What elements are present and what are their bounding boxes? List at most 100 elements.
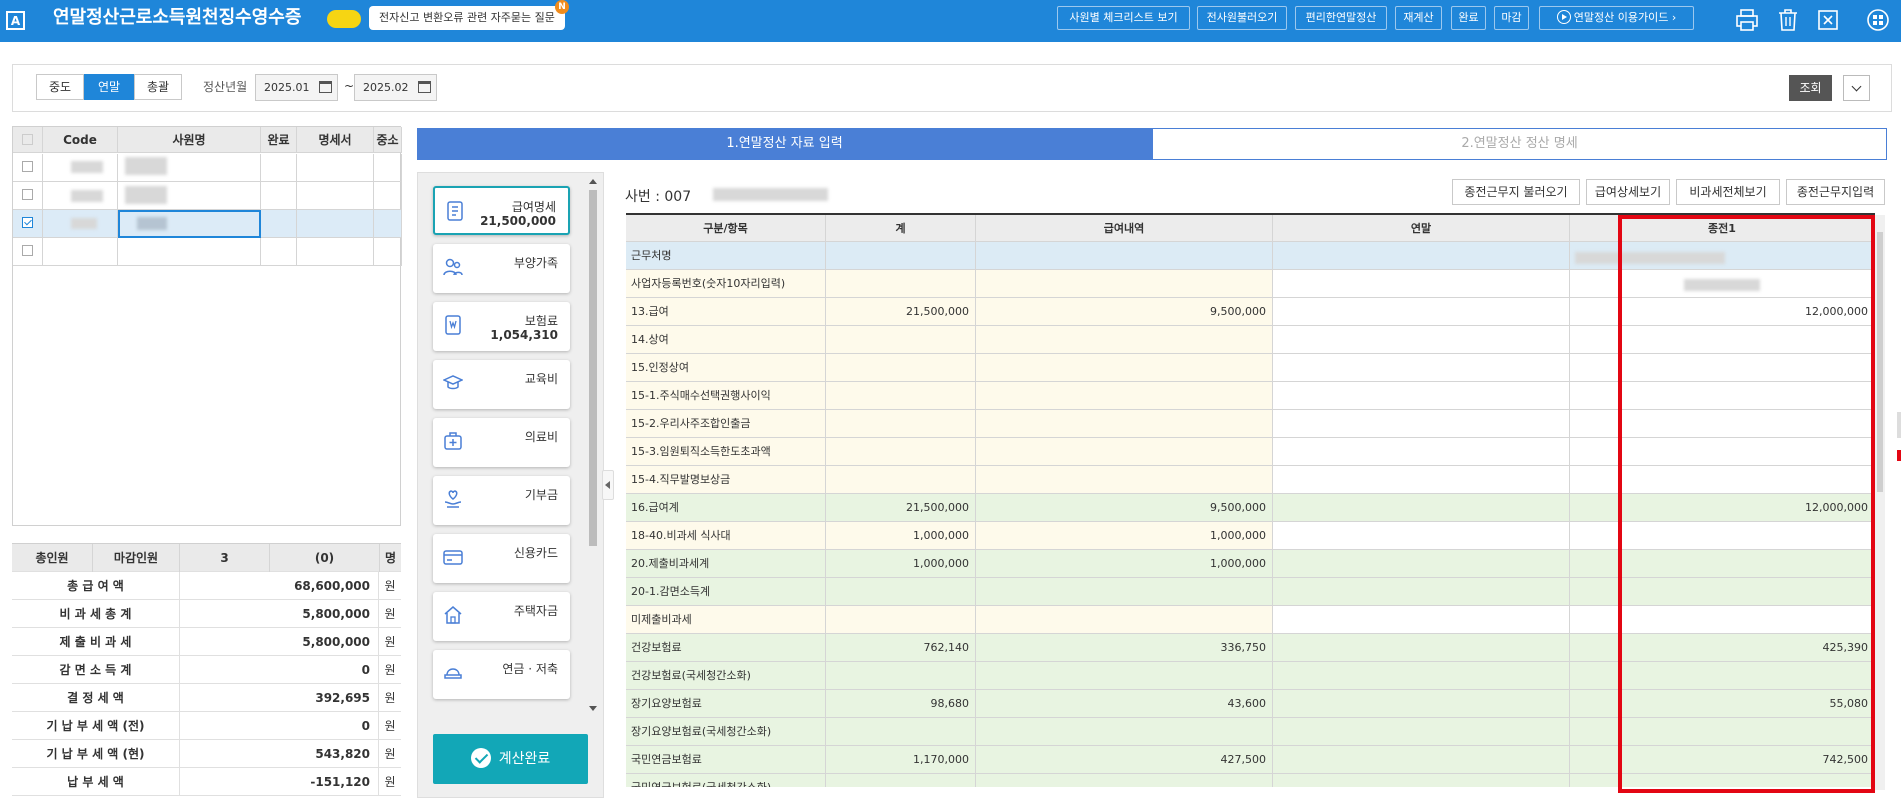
row-payroll[interactable] xyxy=(976,718,1273,746)
col-sme[interactable]: 중소 xyxy=(374,127,402,153)
calculate-complete-button[interactable]: 계산완료 xyxy=(433,734,588,784)
table-row-sme[interactable] xyxy=(374,238,402,266)
row-year-end[interactable] xyxy=(1273,550,1570,578)
row-year-end[interactable] xyxy=(1273,522,1570,550)
row-payroll[interactable] xyxy=(976,410,1273,438)
guide-button[interactable]: 연말정산 이용가이드 › xyxy=(1539,6,1694,30)
mode-interim-tab[interactable]: 중도 xyxy=(36,74,84,100)
row-checkbox[interactable] xyxy=(13,154,43,182)
row-payroll[interactable]: 9,500,000 xyxy=(976,494,1273,522)
table-row-sme[interactable] xyxy=(374,182,402,210)
select-all-checkbox[interactable] xyxy=(13,127,43,153)
table-row-statement[interactable] xyxy=(297,210,374,238)
row-payroll[interactable] xyxy=(976,242,1273,270)
row-total[interactable] xyxy=(826,410,976,438)
table-row-code[interactable] xyxy=(43,238,118,266)
row-total[interactable]: 21,500,000 xyxy=(826,494,976,522)
table-row-complete[interactable] xyxy=(261,210,297,238)
row-payroll[interactable]: 427,500 xyxy=(976,746,1273,774)
row-total[interactable] xyxy=(826,718,976,746)
row-payroll[interactable] xyxy=(976,270,1273,298)
close-button[interactable]: 마감 xyxy=(1494,6,1529,30)
table-row-statement[interactable] xyxy=(297,182,374,210)
row-year-end[interactable] xyxy=(1273,242,1570,270)
row-payroll[interactable] xyxy=(976,326,1273,354)
row-year-end[interactable] xyxy=(1273,382,1570,410)
load-previous-workplace-button[interactable]: 종전근무지 불러오기 xyxy=(1452,179,1580,205)
nontaxable-all-button[interactable]: 비과세전체보기 xyxy=(1676,179,1780,205)
col-code[interactable]: Code xyxy=(43,127,118,153)
row-year-end[interactable] xyxy=(1273,578,1570,606)
category-card-house[interactable]: 주택자금 xyxy=(433,592,570,641)
tab-data-input[interactable]: 1.연말정산 자료 입력 xyxy=(417,128,1152,160)
row-year-end[interactable] xyxy=(1273,326,1570,354)
row-year-end[interactable] xyxy=(1273,410,1570,438)
row-payroll[interactable] xyxy=(976,466,1273,494)
table-row-complete[interactable] xyxy=(261,238,297,266)
search-button[interactable]: 조회 xyxy=(1789,75,1832,101)
row-year-end[interactable] xyxy=(1273,438,1570,466)
row-payroll[interactable]: 336,750 xyxy=(976,634,1273,662)
row-year-end[interactable] xyxy=(1273,298,1570,326)
row-payroll[interactable]: 43,600 xyxy=(976,690,1273,718)
category-card-medical[interactable]: 의료비 xyxy=(433,418,570,467)
row-year-end[interactable] xyxy=(1273,606,1570,634)
checklist-button[interactable]: 사원별 체크리스트 보기 xyxy=(1057,6,1190,30)
row-total[interactable] xyxy=(826,578,976,606)
table-row-statement[interactable] xyxy=(297,238,374,266)
toggle-switch[interactable] xyxy=(327,10,361,28)
row-checkbox[interactable] xyxy=(13,238,43,266)
row-total[interactable]: 762,140 xyxy=(826,634,976,662)
row-payroll[interactable]: 9,500,000 xyxy=(976,298,1273,326)
row-payroll[interactable] xyxy=(976,354,1273,382)
row-total[interactable]: 1,000,000 xyxy=(826,522,976,550)
col-complete[interactable]: 완료 xyxy=(261,127,297,153)
row-total[interactable] xyxy=(826,438,976,466)
category-card-education[interactable]: 교육비 xyxy=(433,360,570,409)
date-to-input[interactable]: 2025.02 xyxy=(354,74,437,101)
category-card-family[interactable]: 부양가족 xyxy=(433,244,570,293)
row-payroll[interactable] xyxy=(976,662,1273,690)
table-row-sme[interactable] xyxy=(374,210,402,238)
table-row-name[interactable] xyxy=(118,238,261,266)
mode-yearend-tab[interactable]: 연말 xyxy=(84,74,134,100)
row-year-end[interactable] xyxy=(1273,718,1570,746)
easy-settlement-button[interactable]: 편리한연말정산 xyxy=(1295,6,1387,30)
table-row-sme[interactable] xyxy=(374,154,402,182)
row-year-end[interactable] xyxy=(1273,746,1570,774)
detail-scroll-thumb[interactable] xyxy=(1877,232,1883,492)
previous-workplace-input-button[interactable]: 종전근무지입력 xyxy=(1786,179,1885,205)
category-card-credit-card[interactable]: 신용카드 xyxy=(433,534,570,583)
category-card-pension[interactable]: 연금 · 저축 xyxy=(433,650,570,699)
row-checkbox[interactable] xyxy=(13,182,43,210)
row-payroll[interactable]: 1,000,000 xyxy=(976,522,1273,550)
category-card-payslip[interactable]: 급여명세 21,500,000 xyxy=(433,186,570,235)
menu-grid-icon[interactable] xyxy=(1864,6,1892,34)
row-total[interactable] xyxy=(826,326,976,354)
faq-notice-link[interactable]: 전자신고 변환오류 관련 자주묻는 질문 xyxy=(369,6,565,30)
print-icon[interactable] xyxy=(1733,6,1761,34)
row-total[interactable] xyxy=(826,382,976,410)
tab-settlement-detail[interactable]: 2.연말정산 정산 명세 xyxy=(1152,128,1887,160)
row-payroll[interactable] xyxy=(976,382,1273,410)
mode-summary-tab[interactable]: 총괄 xyxy=(134,74,182,100)
scroll-down-arrow[interactable] xyxy=(589,706,597,711)
row-checkbox[interactable] xyxy=(13,210,43,238)
row-total[interactable] xyxy=(826,242,976,270)
complete-button[interactable]: 완료 xyxy=(1451,6,1486,30)
table-row-complete[interactable] xyxy=(261,182,297,210)
row-total[interactable] xyxy=(826,466,976,494)
row-total[interactable] xyxy=(826,354,976,382)
row-total[interactable] xyxy=(826,606,976,634)
expand-filter-button[interactable] xyxy=(1843,75,1870,101)
scroll-up-arrow[interactable] xyxy=(589,179,597,184)
trash-icon[interactable] xyxy=(1774,6,1802,34)
row-total[interactable] xyxy=(826,270,976,298)
load-all-employees-button[interactable]: 전사원불러오기 xyxy=(1197,6,1287,30)
date-from-input[interactable]: 2025.01 xyxy=(255,74,338,101)
row-payroll[interactable]: 1,000,000 xyxy=(976,550,1273,578)
row-total[interactable]: 1,170,000 xyxy=(826,746,976,774)
row-year-end[interactable] xyxy=(1273,354,1570,382)
row-year-end[interactable] xyxy=(1273,690,1570,718)
row-total[interactable]: 98,680 xyxy=(826,690,976,718)
